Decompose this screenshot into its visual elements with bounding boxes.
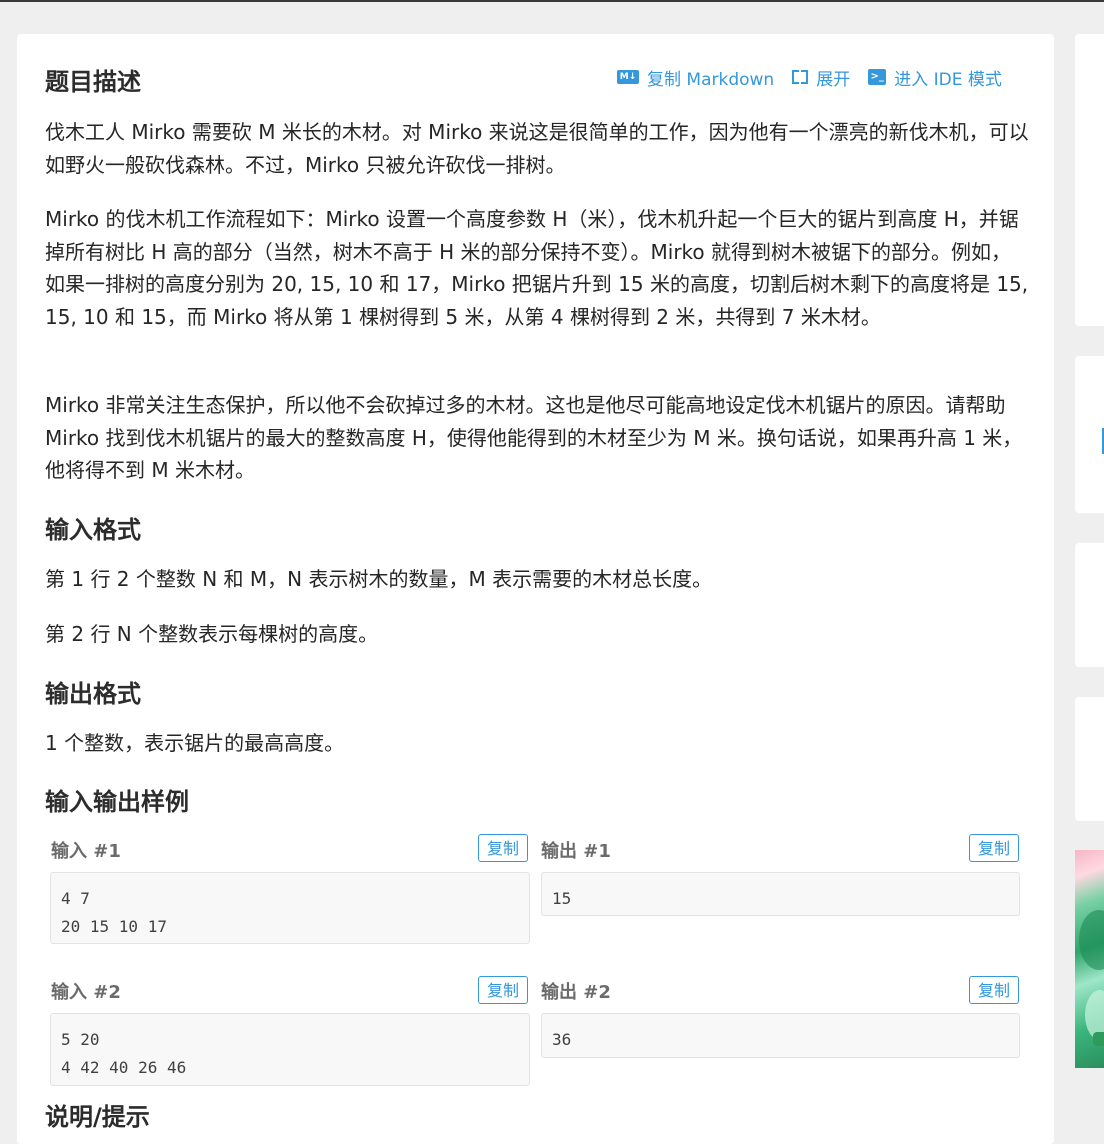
sample-input-code[interactable]: 4 7 20 15 10 17: [50, 872, 530, 944]
side-card-1: [1075, 34, 1104, 326]
samples-heading: 输入输出样例: [45, 788, 189, 816]
description-paragraph-2: Mirko 的伐木机工作流程如下：Mirko 设置一个高度参数 H（米），伐木机…: [45, 207, 1029, 329]
side-card-2: [1075, 356, 1104, 513]
copy-markdown-button[interactable]: M↓ 复制 Markdown: [617, 65, 774, 90]
sample-input-label: 输入 #1: [51, 841, 121, 862]
input-format-line-1: 第 1 行 2 个整数 N 和 M，N 表示树木的数量，M 表示需要的木材总长度…: [45, 567, 713, 591]
copy-markdown-label: 复制 Markdown: [647, 69, 775, 90]
output-format-line-1: 1 个整数，表示锯片的最高高度。: [45, 731, 345, 755]
enter-ide-button[interactable]: >_ 进入 IDE 模式: [868, 65, 1002, 90]
description-paragraph-3: Mirko 非常关注生态保护，所以他不会砍掉过多的木材。这也是他尽可能高地设定伐…: [45, 393, 1023, 482]
sample-input-label: 输入 #2: [51, 982, 121, 1003]
input-format-line-2: 第 2 行 N 个整数表示每棵树的高度。: [45, 622, 379, 646]
expand-icon: [792, 70, 809, 84]
copy-sample-input-button[interactable]: 复制: [478, 976, 528, 1004]
enter-ide-label: 进入 IDE 模式: [894, 69, 1002, 90]
side-ad-image[interactable]: [1075, 850, 1104, 1068]
window-top-border: [0, 0, 1104, 2]
output-format-heading: 输出格式: [45, 680, 141, 708]
sample-input-code[interactable]: 5 20 4 42 40 26 46: [50, 1013, 530, 1086]
side-card-3: [1075, 543, 1104, 667]
input-format-heading: 输入格式: [45, 516, 141, 544]
expand-button[interactable]: 展开: [792, 65, 850, 90]
sample-output-code[interactable]: 15: [541, 872, 1020, 916]
sample-output-label: 输出 #1: [541, 841, 611, 862]
sample-output-label: 输出 #2: [541, 982, 611, 1003]
hint-heading: 说明/提示: [45, 1103, 150, 1131]
copy-sample-output-button[interactable]: 复制: [969, 834, 1019, 862]
terminal-icon: >_: [868, 69, 887, 85]
copy-sample-output-button[interactable]: 复制: [969, 976, 1019, 1004]
ad-badge: [1093, 1032, 1104, 1046]
ad-leaf-shape: [1079, 910, 1104, 970]
sample-output-code[interactable]: 36: [541, 1013, 1020, 1058]
expand-label: 展开: [816, 69, 851, 90]
description-paragraph-1: 伐木工人 Mirko 需要砍 M 米长的木材。对 Mirko 来说这是很简单的工…: [45, 120, 1029, 177]
markdown-icon: M↓: [617, 70, 639, 84]
copy-sample-input-button[interactable]: 复制: [478, 834, 528, 862]
side-card-4: [1075, 697, 1104, 821]
problem-toolbar: M↓ 复制 Markdown 展开 >_ 进入 IDE 模式: [617, 65, 1002, 90]
page-title: 题目描述: [45, 68, 141, 96]
